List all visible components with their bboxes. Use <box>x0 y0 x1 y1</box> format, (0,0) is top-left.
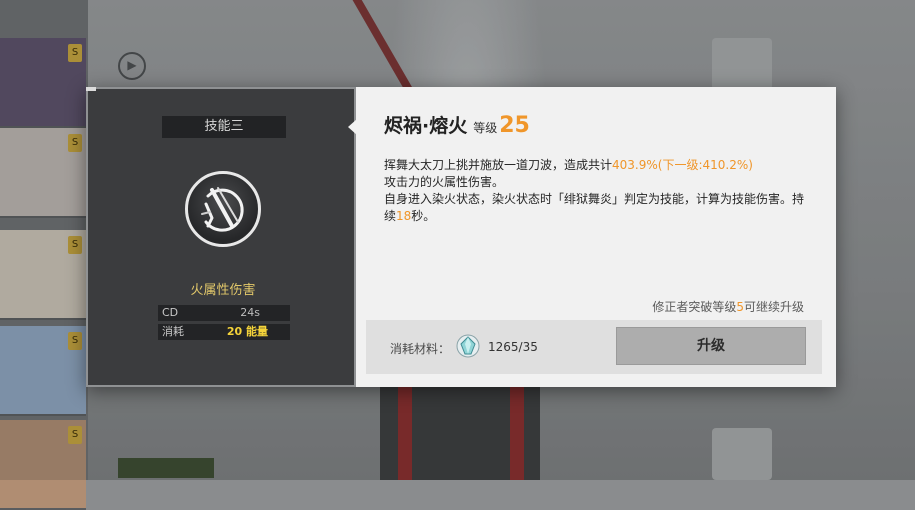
energy-cost-row: 消耗 20 能量 <box>158 324 290 340</box>
material-amount: 1265/35 <box>488 340 538 354</box>
upgrade-button[interactable]: 升级 <box>616 327 806 365</box>
skill-level-value: 25 <box>499 113 530 138</box>
cooldown-value: 24s <box>240 306 260 319</box>
skill-name: 烬祸·熔火 <box>384 115 468 137</box>
cooldown-label: CD <box>162 306 179 319</box>
panel-pointer-arrow <box>348 119 357 135</box>
desc-text: 秒。 <box>411 209 436 223</box>
crystal-material-icon <box>456 334 480 358</box>
energy-cost-value: 20 能量 <box>226 325 268 338</box>
upgrade-requirement-hint: 修正者突破等级5可继续升级 <box>652 298 804 315</box>
desc-text: 攻击力的火属性伤害。 <box>384 175 505 189</box>
skill-description: 挥舞大太刀上挑并施放一道刀波，造成共计403.9%(下一级:410.2%) 攻击力… <box>384 157 814 225</box>
level-label: 等级 <box>473 121 498 135</box>
damage-type-label: 火属性伤害 <box>190 283 256 298</box>
slash-skill-icon-graphic <box>201 187 244 232</box>
skill-detail-dialog: 技能三 火属性伤害 CD 24s 消耗 20 能量 烬祸·熔火 等级25 挥舞大太… <box>86 87 836 387</box>
skill-detail-panel: 烬祸·熔火 等级25 挥舞大太刀上挑并施放一道刀波，造成共计403.9%(下一级:… <box>356 87 836 387</box>
desc-text: 挥舞大太刀上挑并施放一道刀波，造成共计 <box>384 158 613 172</box>
hint-text: 可继续升级 <box>743 300 804 314</box>
desc-text: 自身进入染火状态，染火状态时「绯狱舞炎」判定为技能，计算为技能伤害。持续 <box>384 192 805 223</box>
cost-label: 消耗材料： <box>390 342 451 356</box>
slash-skill-icon <box>185 171 261 247</box>
cooldown-row: CD 24s <box>158 305 290 321</box>
skill-index-label: 技能三 <box>162 116 286 138</box>
required-breakthrough-level: 5 <box>736 300 744 314</box>
upgrade-cost-bar: 消耗材料： 1265/35 升级 <box>366 320 822 374</box>
duration-value: 18 <box>396 209 412 223</box>
energy-cost-label: 消耗 <box>162 325 184 338</box>
hint-text: 修正者突破等级 <box>652 300 737 314</box>
damage-multiplier: 403.9%(下一级:410.2%) <box>612 158 753 172</box>
skill-title: 烬祸·熔火 等级25 <box>384 111 530 141</box>
skill-summary-panel: 技能三 火属性伤害 CD 24s 消耗 20 能量 <box>86 87 356 387</box>
